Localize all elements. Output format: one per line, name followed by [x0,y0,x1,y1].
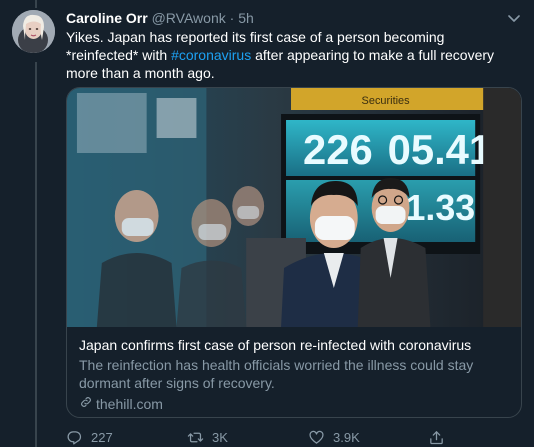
share-button[interactable] [428,428,445,446]
hashtag-link[interactable]: #coronavirus [171,47,251,63]
card-domain-text: thehill.com [96,396,163,412]
avatar-image [12,10,55,53]
ticker-secondary: 05.41 [388,126,493,173]
reply-count: 227 [91,429,113,445]
link-card[interactable]: Securities 226 05.41 1.33 Japan confirms… [66,87,522,418]
retweet-button[interactable]: 3K [187,428,228,446]
like-button[interactable]: 3.9K [308,428,360,446]
author-name[interactable]: Caroline Orr [66,10,148,26]
card-domain: thehill.com [79,395,509,413]
tweet-header: Caroline Orr @RVAwonk · 5h [66,9,506,27]
card-title: Japan confirms first case of person re-i… [79,337,472,353]
card-description: The reinfection has health officials wor… [79,357,474,391]
separator-dot: · [229,10,235,26]
avatar[interactable] [12,10,55,53]
sign-text: Securities [362,95,411,107]
retweet-icon [187,432,204,442]
thread-line [35,62,37,447]
ticker-primary: 226 [303,126,373,173]
heart-icon [309,430,324,444]
like-count: 3.9K [333,429,360,445]
tweet-timestamp[interactable]: 5h [238,10,254,26]
tweet-text: Yikes. Japan has reported its first case… [66,28,516,82]
reply-icon [67,430,82,445]
chevron-down-icon[interactable] [506,10,522,26]
reply-button[interactable]: 227 [66,428,113,446]
ticker-lower: 1.33 [406,187,476,228]
share-icon [430,430,443,444]
retweet-count: 3K [212,429,228,445]
tweet-actions: 227 3K 3.9K [66,428,486,446]
card-image: Securities 226 05.41 1.33 [67,88,521,327]
card-body: Japan confirms first case of person re-i… [67,327,521,413]
author-handle[interactable]: @RVAwonk [152,10,226,26]
thread-line-top [35,0,37,8]
link-icon [79,395,93,413]
